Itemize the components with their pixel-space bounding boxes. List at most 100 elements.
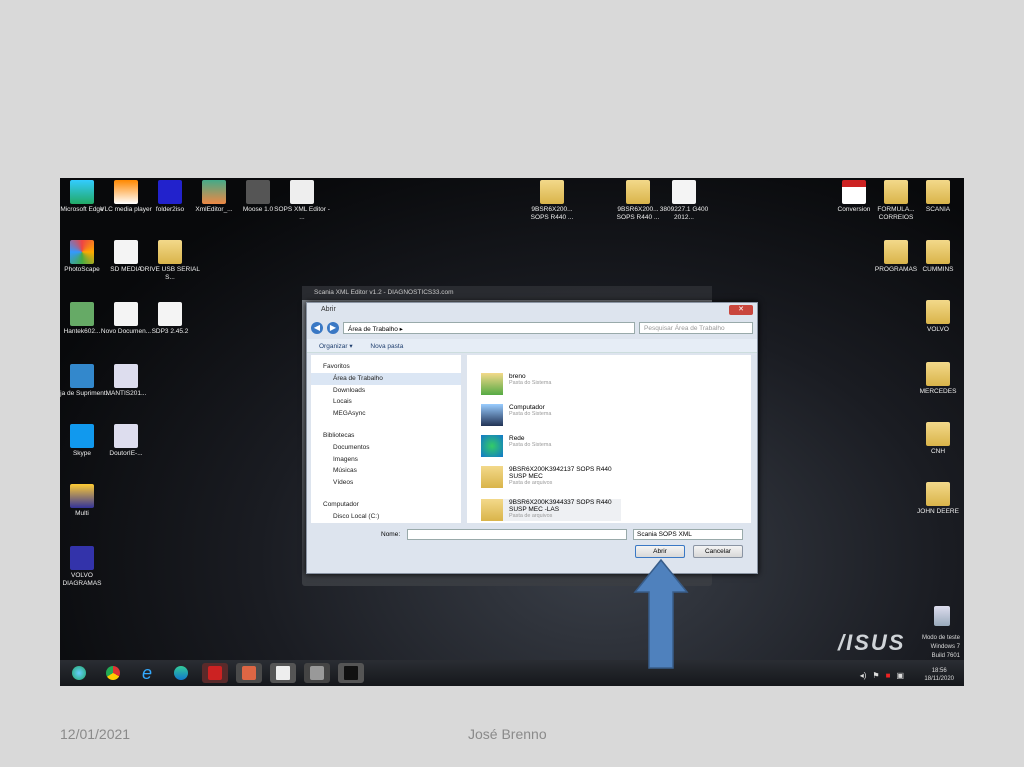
sdp3-taskbar-icon[interactable] <box>338 663 364 683</box>
icon-image-icon <box>540 180 564 204</box>
folder-icon <box>481 499 503 521</box>
file-item[interactable]: 9BSR6X200K3944337 SOPS R440 SUSP MEC -LA… <box>481 499 621 521</box>
desktop-icon[interactable]: 9BSR6X200... SOPS R440 ... <box>522 180 582 222</box>
nav-item[interactable]: Computador <box>311 499 461 511</box>
desktop-icon-label: VOLVO <box>927 326 949 333</box>
icon-image-icon <box>114 302 138 326</box>
system-tray: ◂) ⚑ ■ ▣ <box>860 671 904 680</box>
file-type-select[interactable]: Scania SOPS XML <box>633 529 743 540</box>
file-item[interactable]: Computador Pasta do Sistema <box>481 404 621 426</box>
file-name: Computador <box>509 404 545 411</box>
flag-icon[interactable]: ⚑ <box>872 671 879 680</box>
ie-taskbar-icon[interactable]: e <box>134 663 160 683</box>
desktop-icon[interactable]: MERCEDES <box>908 362 964 396</box>
dialog-toolbar: Organizar ▾ Nova pasta <box>307 339 757 353</box>
file-name: 9BSR6X200K3944337 SOPS R440 SUSP MEC -LA… <box>509 499 612 513</box>
nav-item[interactable]: MEGAsync <box>311 408 461 420</box>
icon-image-icon <box>70 424 94 448</box>
desktop-icon[interactable]: JOHN DEERE <box>908 482 964 516</box>
nav-item[interactable]: Área de Trabalho <box>311 372 461 385</box>
file-list: breno Pasta do Sistema Computador Pasta do … <box>467 355 751 523</box>
chrome-taskbar-icon[interactable] <box>100 663 126 683</box>
filename-input[interactable] <box>407 529 627 540</box>
desktop-icon[interactable]: DRIVE USB SERIAL S... <box>140 240 200 282</box>
recycle-bin-icon[interactable]: Lixeira <box>912 606 964 628</box>
file-name: Rede <box>509 435 525 442</box>
icon-image-icon <box>114 364 138 388</box>
desktop-icon-label: VOLVO DIAGRAMAS <box>62 572 102 587</box>
organize-button[interactable]: Organizar ▾ <box>319 343 353 350</box>
forward-button[interactable]: ▶ <box>327 322 339 334</box>
icon-image-icon <box>114 424 138 448</box>
icon-image-icon <box>70 484 94 508</box>
search-input[interactable]: Pesquisar Área de Trabalho <box>639 322 753 334</box>
icon-image-icon <box>158 302 182 326</box>
clock[interactable]: 18:56 18/11/2020 <box>924 667 954 683</box>
nav-item[interactable]: Vídeos <box>311 477 461 489</box>
new-folder-button[interactable]: Nova pasta <box>370 343 403 350</box>
icon-image-icon <box>926 362 950 386</box>
icon-image-icon <box>672 180 696 204</box>
nav-item[interactable]: Imagens <box>311 454 461 466</box>
desktop-icon[interactable]: DoutorIE-... <box>96 424 156 458</box>
icon-image-icon <box>884 180 908 204</box>
start-button[interactable] <box>66 663 92 683</box>
mcafee-taskbar-icon[interactable] <box>202 663 228 683</box>
desktop-icon[interactable]: CNH <box>908 422 964 456</box>
edge-taskbar-icon[interactable] <box>168 663 194 683</box>
cancel-button[interactable]: Cancelar <box>693 545 743 558</box>
icon-image-icon <box>246 180 270 204</box>
clock-date: 18/11/2020 <box>924 676 954 682</box>
open-button[interactable]: Abrir <box>635 545 685 558</box>
network-icon[interactable]: ▣ <box>896 671 904 680</box>
mcafee-tray-icon[interactable]: ■ <box>886 671 891 680</box>
icon-image-icon <box>926 300 950 324</box>
desktop-icon[interactable]: MANTIS201... <box>96 364 156 398</box>
icon-image-icon <box>626 180 650 204</box>
file-item[interactable]: Rede Pasta do Sistema <box>481 435 621 457</box>
navigation-pane: Favoritos Área de Trabalho Downloads Locais… <box>311 355 461 523</box>
volume-icon[interactable]: ◂) <box>860 671 867 680</box>
desktop-icon-label: SDP3 2.45.2 <box>151 328 189 335</box>
nav-item[interactable]: Locais <box>311 396 461 408</box>
clock-time: 18:56 <box>931 668 947 674</box>
desktop-icon-label: CNH <box>930 448 946 455</box>
nav-item[interactable]: Favoritos <box>311 361 461 373</box>
nav-item[interactable]: Bibliotecas <box>311 430 461 442</box>
icon-image-icon <box>114 180 138 204</box>
icon-image-icon <box>202 180 226 204</box>
desktop-icon-label: SOPS XML Editor - ... <box>274 206 330 221</box>
desktop-icon[interactable]: VOLVO <box>908 300 964 334</box>
background-window-title: Scania XML Editor v1.2 - DIAGNOSTICS33.c… <box>302 286 712 300</box>
desktop-icon[interactable]: CUMMINS <box>908 240 964 274</box>
icon-image-icon <box>290 180 314 204</box>
desktop-icon[interactable]: VOLVO DIAGRAMAS <box>60 546 112 588</box>
desktop-icon[interactable]: 3809227.1 G400 2012... <box>654 180 714 222</box>
file-type: Pasta de arquivos <box>509 513 553 519</box>
desktop-icon-label: JOHN DEERE <box>917 508 959 515</box>
nav-item[interactable]: Documentos <box>311 442 461 454</box>
icon-image-icon <box>926 180 950 204</box>
desktop-icon[interactable]: SCANIA <box>908 180 964 214</box>
footer-author: José Brenno <box>468 726 547 742</box>
desktop-icon[interactable]: SDP3 2.45.2 <box>140 302 200 336</box>
folder-icon <box>481 466 503 488</box>
desktop-icon[interactable]: SOPS XML Editor - ... <box>272 180 332 222</box>
file-type: Pasta do Sistema <box>509 442 552 448</box>
path-breadcrumb[interactable]: Área de Trabalho ▸ <box>343 322 635 334</box>
file-item[interactable]: breno Pasta do Sistema <box>481 373 621 395</box>
name-label: Nome: <box>381 531 401 538</box>
nav-item[interactable]: Downloads <box>311 385 461 397</box>
back-button[interactable]: ◀ <box>311 322 323 334</box>
document-taskbar-icon[interactable] <box>270 663 296 683</box>
nav-item[interactable]: Músicas <box>311 465 461 477</box>
drive-taskbar-icon[interactable] <box>304 663 330 683</box>
desktop-icon[interactable]: Multi <box>60 484 112 518</box>
nav-item[interactable]: Disco Local (C:) <box>311 511 461 523</box>
desktop-icon-label: MANTIS201... <box>105 390 147 397</box>
powerpoint-taskbar-icon[interactable] <box>236 663 262 683</box>
close-button[interactable]: ✕ <box>729 305 753 315</box>
file-type: Pasta do Sistema <box>509 380 552 386</box>
file-item[interactable]: 9BSR6X200K3942137 SOPS R440 SUSP MEC Past… <box>481 466 621 488</box>
system-folder-icon <box>481 404 503 426</box>
